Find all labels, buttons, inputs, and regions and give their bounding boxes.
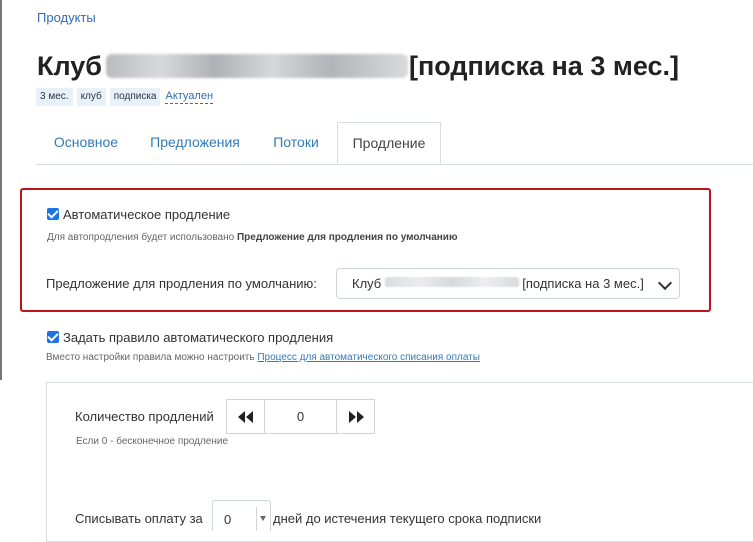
product-tags-row: 3 мес. клуб подписка Актуален	[36, 88, 214, 106]
tag-club: клуб	[76, 88, 106, 106]
renewal-count-help-text: Если 0 - бесконечное продление	[76, 436, 229, 447]
tag-subscription: подписка	[109, 88, 161, 106]
renewal-rule-help-prefix: Вместо настройки правила можно настроить	[46, 352, 255, 363]
decrease-renewal-count-button[interactable]	[227, 400, 265, 433]
auto-renewal-help-strong: Предложение для продления по умолчанию	[236, 232, 458, 243]
charge-days-select[interactable]: 0	[212, 500, 271, 531]
double-right-arrow-icon	[348, 410, 364, 423]
default-renewal-offer-value-prefix: Клуб	[352, 276, 382, 291]
default-renewal-offer-value-suffix: [подписка на 3 мес.]	[522, 276, 644, 291]
page-title-suffix: [подписка на 3 мес.]	[408, 51, 679, 81]
renewal-rule-label: Задать правило автоматического продления	[63, 330, 334, 345]
tab-basic[interactable]: Основное	[36, 122, 136, 163]
auto-renewal-label: Автоматическое продление	[63, 207, 231, 222]
renewal-rule-checkbox[interactable]	[47, 331, 59, 343]
caret-down-icon	[260, 516, 266, 521]
tab-offers[interactable]: Предложения	[136, 122, 254, 163]
tab-renewal[interactable]: Продление	[337, 122, 441, 164]
tag-3-months: 3 мес.	[36, 88, 73, 106]
redacted-offer-blur	[385, 277, 520, 287]
renewal-count-label: Количество продлений	[75, 409, 214, 424]
charge-days-select-divider	[256, 507, 257, 531]
page-title-prefix: Клуб	[37, 51, 102, 81]
default-renewal-offer-value: Клуб [подписка на 3 мес.]	[352, 276, 644, 291]
renewal-rule-help-text: Вместо настройки правила можно настроить…	[46, 352, 480, 364]
left-edge-divider	[0, 0, 2, 380]
charge-days-value: 0	[224, 512, 232, 527]
page-title: Клуб [подписка на 3 мес.]	[37, 48, 679, 84]
auto-renewal-help-prefix: Для автопродления будет использовано	[47, 232, 235, 243]
charge-days-label-prefix: Списывать оплату за	[75, 511, 203, 526]
renewal-count-stepper[interactable]: 0	[226, 399, 375, 434]
charge-days-label-suffix: дней до истечения текущего срока подписк…	[273, 511, 542, 526]
breadcrumb-products-link[interactable]: Продукты	[37, 10, 96, 25]
increase-renewal-count-button[interactable]	[336, 400, 374, 433]
double-left-arrow-icon	[237, 410, 253, 423]
renewal-count-value[interactable]: 0	[265, 400, 336, 433]
default-renewal-offer-label: Предложение для продления по умолчанию:	[46, 276, 317, 291]
default-renewal-offer-select[interactable]: Клуб [подписка на 3 мес.]	[336, 268, 680, 299]
auto-renewal-checkbox[interactable]	[47, 208, 59, 220]
payment-process-link[interactable]: Процесс для автоматического списания опл…	[257, 352, 480, 363]
product-tabs: Основное Предложения Потоки Продление	[36, 122, 753, 165]
status-link[interactable]: Актуален	[165, 90, 214, 104]
redacted-title-blur	[105, 54, 408, 78]
chevron-down-icon	[657, 275, 673, 291]
auto-renewal-help-text: Для автопродления будет использовано Пре…	[47, 232, 457, 244]
tab-flows[interactable]: Потоки	[255, 122, 337, 163]
